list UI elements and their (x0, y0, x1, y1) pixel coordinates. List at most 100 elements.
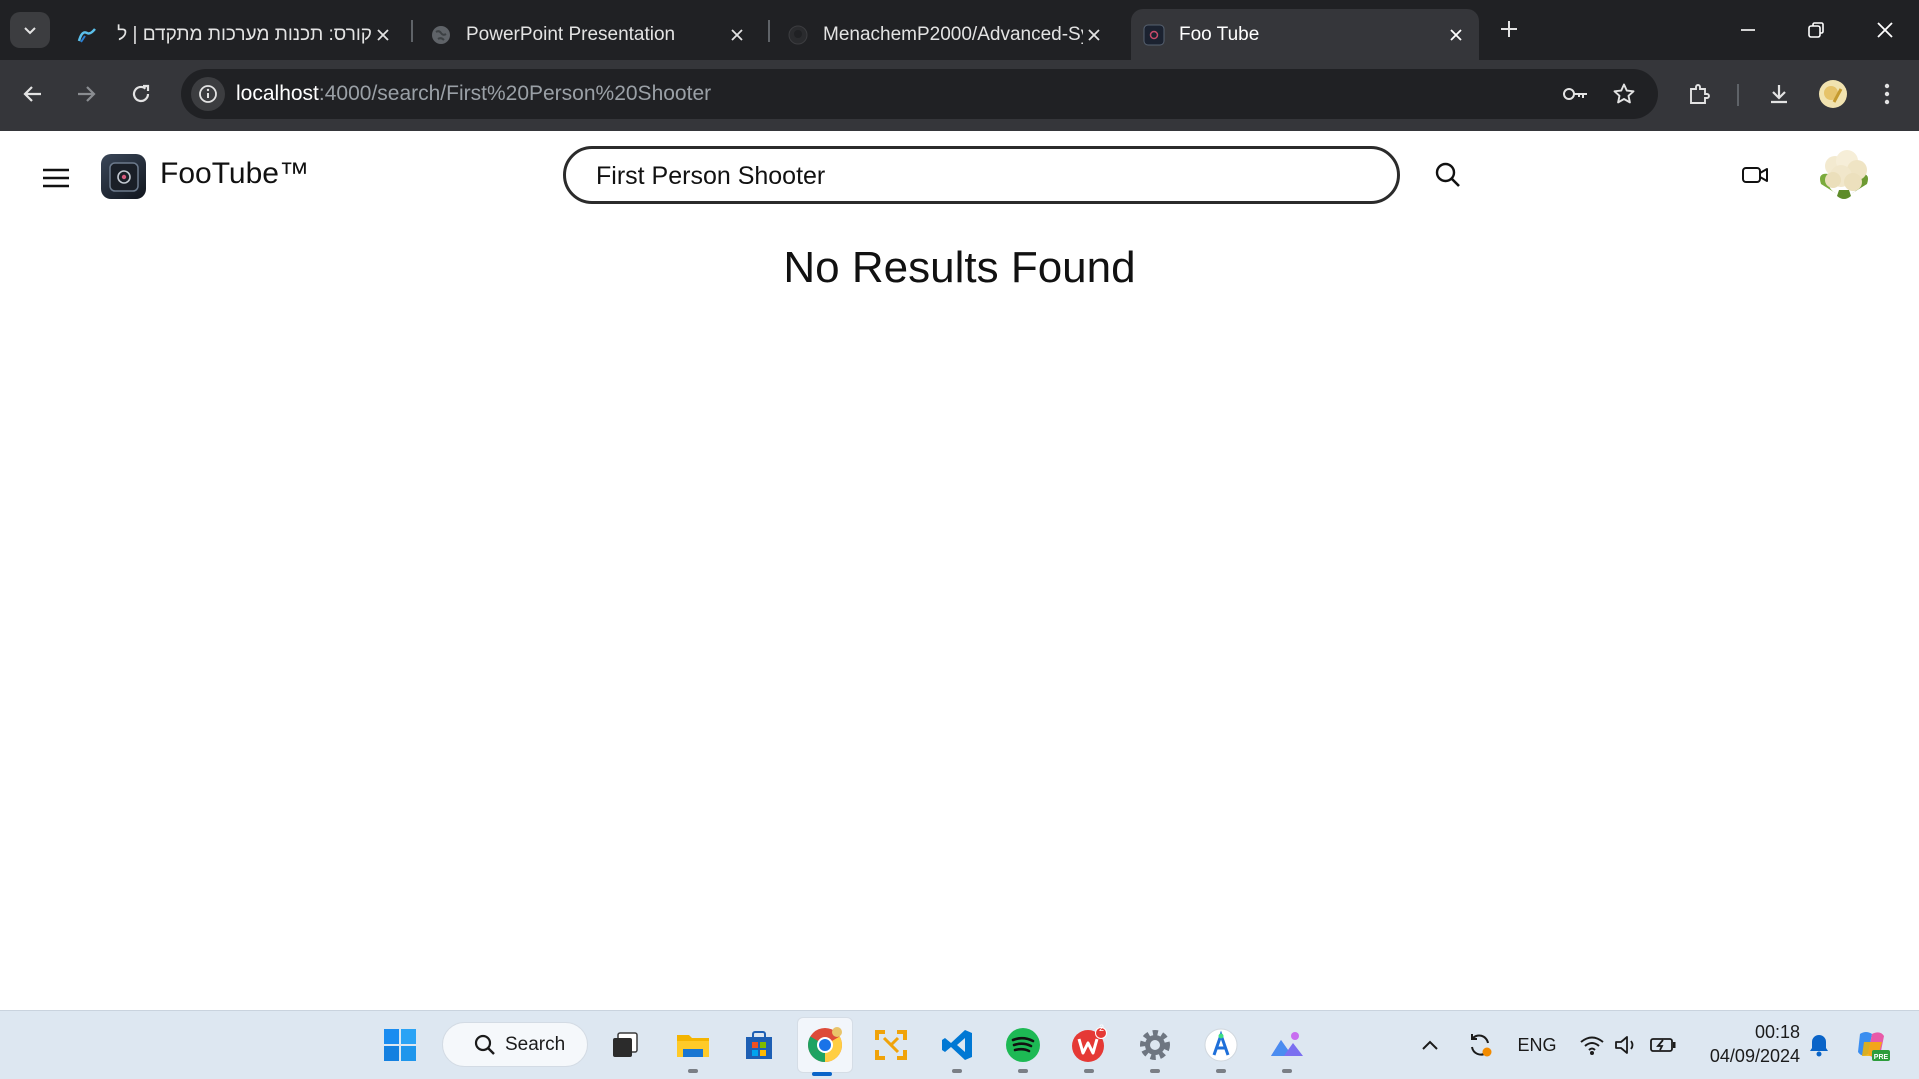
minimize-button[interactable] (1728, 12, 1768, 48)
address-bar[interactable]: localhost:4000/search/First%20Person%20S… (181, 69, 1658, 119)
url-text[interactable]: localhost:4000/search/First%20Person%20S… (236, 82, 711, 106)
battery-status[interactable] (1648, 1029, 1678, 1061)
clock-date: 04/09/2024 (1709, 1046, 1800, 1066)
site-info-button[interactable] (191, 77, 225, 111)
toolbar-divider (1737, 84, 1739, 106)
close-icon[interactable] (726, 24, 748, 46)
restore-icon (1808, 22, 1824, 38)
user-avatar[interactable] (1813, 144, 1875, 206)
search-input[interactable] (594, 159, 1358, 193)
footube-logo[interactable] (101, 154, 146, 199)
close-icon[interactable] (1083, 24, 1105, 46)
vscode-button[interactable] (933, 1021, 981, 1073)
browser-toolbar: localhost:4000/search/First%20Person%20S… (0, 60, 1919, 131)
start-icon (384, 1029, 416, 1061)
android-studio-button[interactable] (1197, 1021, 1245, 1073)
windows-taskbar: Search 2 ENG 00:18 04/09/2024 PRE (0, 1010, 1919, 1079)
wps-button[interactable]: 2 (1065, 1021, 1113, 1073)
menu-button[interactable] (40, 162, 72, 194)
reload-icon (132, 84, 150, 103)
puzzle-icon (1690, 84, 1710, 104)
settings-icon (1140, 1030, 1170, 1060)
vscode-icon (942, 1030, 972, 1060)
taskbar-search[interactable]: Search (442, 1022, 588, 1067)
key-icon (1563, 88, 1587, 100)
password-key-button[interactable] (1559, 78, 1591, 110)
taskview-button[interactable] (601, 1021, 649, 1069)
notifications-button[interactable] (1805, 1029, 1833, 1061)
volume-icon (1615, 1036, 1634, 1054)
clock[interactable]: 00:18 04/09/2024 (1690, 1020, 1800, 1068)
wifi-status[interactable] (1578, 1029, 1606, 1061)
minimize-icon (1741, 29, 1755, 31)
chrome-icon (808, 1027, 842, 1062)
search-icon (1435, 162, 1460, 187)
start-button[interactable] (376, 1021, 424, 1069)
search-button[interactable] (1430, 157, 1466, 193)
chevron-down-icon (24, 27, 36, 35)
url-host: localhost (236, 82, 319, 105)
arrow-left-icon (23, 86, 41, 102)
moodle-icon (76, 24, 98, 46)
store-button[interactable] (735, 1021, 783, 1069)
tab-divider (411, 20, 413, 42)
new-tab-button[interactable] (1494, 14, 1524, 44)
running-indicator (688, 1069, 698, 1073)
copilot-button[interactable]: PRE (1853, 1029, 1891, 1061)
android-studio-icon (1204, 1028, 1238, 1062)
chrome-button[interactable] (797, 1017, 853, 1076)
back-button[interactable] (14, 75, 52, 113)
running-indicator (812, 1072, 832, 1076)
show-hidden-icons-button[interactable] (1418, 1029, 1442, 1061)
close-icon[interactable] (372, 24, 394, 46)
tab-powerpoint[interactable]: PowerPoint Presentation (418, 9, 760, 60)
copilot-icon: PRE (1858, 1032, 1890, 1061)
url-path: :4000/search/First%20Person%20Shooter (318, 82, 712, 105)
profile-button[interactable] (1814, 75, 1852, 113)
running-indicator (1216, 1069, 1226, 1073)
settings-button[interactable] (1131, 1021, 1179, 1073)
battery-charging-icon (1650, 1038, 1676, 1052)
tab-github[interactable]: MenachemP2000/Advanced-Sy (775, 9, 1117, 60)
extensions-button[interactable] (1680, 75, 1718, 113)
upload-video-button[interactable] (1738, 160, 1772, 190)
tab-title: PowerPoint Presentation (466, 23, 676, 45)
restore-button[interactable] (1796, 12, 1836, 48)
plus-icon (1501, 21, 1517, 37)
sync-status[interactable] (1465, 1029, 1495, 1061)
language-indicator[interactable]: ENG (1515, 1029, 1559, 1061)
bookmark-button[interactable] (1608, 78, 1640, 110)
git-button[interactable] (867, 1021, 915, 1069)
browser-menu-button[interactable] (1868, 75, 1906, 113)
search-box (563, 146, 1400, 204)
wifi-icon (1580, 1036, 1604, 1055)
tab-title: קורס: תכנות מערכות מתקדם | ל (117, 23, 372, 45)
page-content: FooTube™ No Results Found (0, 131, 1919, 1010)
chevron-up-icon (1422, 1040, 1438, 1050)
volume-status[interactable] (1612, 1029, 1640, 1061)
info-icon (199, 85, 217, 103)
running-indicator (1018, 1069, 1028, 1073)
brand-name[interactable]: FooTube™ (160, 157, 309, 191)
taskbar-search-label: Search (505, 1033, 566, 1055)
reload-button[interactable] (122, 75, 160, 113)
tab-search-button[interactable] (10, 12, 50, 48)
file-explorer-button[interactable] (669, 1021, 717, 1073)
close-icon[interactable] (1445, 24, 1467, 46)
forward-button[interactable] (67, 75, 105, 113)
tab-footube[interactable]: Foo Tube (1131, 9, 1479, 60)
taskview-icon (613, 1032, 638, 1057)
spotify-button[interactable] (999, 1021, 1047, 1073)
running-indicator (1282, 1069, 1292, 1073)
store-icon (746, 1031, 772, 1059)
video-camera-icon (1742, 167, 1768, 183)
close-window-button[interactable] (1865, 12, 1905, 48)
tab-title: MenachemP2000/Advanced-Sy (823, 23, 1083, 45)
tab-moodle[interactable]: קורס: תכנות מערכות מתקדם | ל (64, 9, 406, 60)
close-icon (1877, 22, 1893, 38)
photos-button[interactable] (1263, 1021, 1311, 1073)
downloads-button[interactable] (1760, 75, 1798, 113)
github-icon (787, 24, 809, 46)
running-indicator (1084, 1069, 1094, 1073)
running-indicator (1150, 1069, 1160, 1073)
